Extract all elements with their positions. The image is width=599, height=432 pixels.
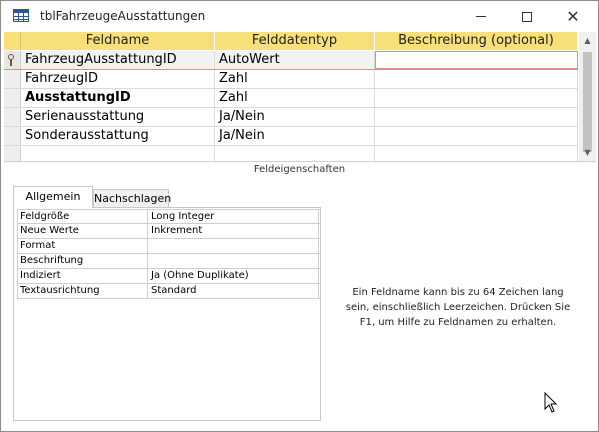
minimize-button[interactable]	[458, 1, 504, 32]
property-help-text: Ein Feldname kann bis zu 64 Zeichen lang…	[345, 287, 571, 328]
header-data-type[interactable]: Felddatentyp	[215, 32, 375, 50]
data-type-cell[interactable]: Ja/Nein	[215, 127, 375, 145]
table-row[interactable]: FahrzeugID Zahl	[4, 70, 578, 89]
vertical-scrollbar[interactable]: ▲ ▼	[579, 32, 596, 161]
tab-general[interactable]: Allgemein	[13, 186, 93, 208]
scroll-down-icon[interactable]: ▼	[579, 144, 596, 161]
header-field-name[interactable]: Feldname	[21, 32, 215, 50]
property-name: Feldgröße	[17, 210, 148, 223]
property-value[interactable]: Inkrement	[148, 224, 319, 238]
data-type-cell[interactable]	[215, 146, 375, 161]
divider	[4, 161, 596, 162]
header-selector[interactable]	[4, 32, 21, 50]
header-description[interactable]: Beschreibung (optional)	[375, 32, 578, 50]
field-properties-caption: Feldeigenschaften	[253, 164, 346, 175]
table-design-window: tblFahrzeugeAusstattungen ✕ Feldname Fel…	[0, 0, 599, 432]
property-name: Format	[17, 239, 148, 253]
property-name: Textausrichtung	[17, 284, 148, 298]
description-cell[interactable]	[375, 108, 578, 126]
maximize-button[interactable]	[504, 1, 550, 32]
property-value[interactable]	[148, 239, 319, 253]
field-properties-panel: Feldgröße Long Integer Neue Werte Inkrem…	[13, 207, 321, 421]
properties-table: Feldgröße Long Integer Neue Werte Inkrem…	[17, 209, 321, 299]
window-title: tblFahrzeugeAusstattungen	[40, 9, 206, 23]
table-row[interactable]: Sonderausstattung Ja/Nein	[4, 127, 578, 146]
field-name-cell[interactable]: AusstattungID	[21, 89, 215, 107]
scroll-up-icon[interactable]: ▲	[579, 32, 596, 49]
property-row[interactable]: Textausrichtung Standard	[17, 284, 321, 299]
property-row[interactable]: Feldgröße Long Integer	[17, 209, 321, 224]
title-bar: tblFahrzeugeAusstattungen ✕	[1, 1, 598, 32]
maximize-icon	[522, 11, 532, 22]
property-value[interactable]: Standard	[148, 284, 319, 298]
data-type-cell[interactable]: Zahl	[215, 89, 375, 107]
description-cell[interactable]	[375, 127, 578, 145]
row-selector[interactable]	[4, 108, 21, 126]
field-name-cell[interactable]	[21, 146, 215, 161]
data-type-cell[interactable]: AutoWert	[215, 51, 375, 69]
property-value[interactable]	[148, 254, 319, 268]
field-name-cell[interactable]: FahrzeugID	[21, 70, 215, 88]
minimize-icon	[476, 16, 486, 17]
primary-key-icon	[8, 54, 14, 66]
description-cell[interactable]	[375, 70, 578, 88]
data-type-cell[interactable]: Zahl	[215, 70, 375, 88]
new-row[interactable]	[4, 146, 578, 161]
table-icon	[13, 9, 29, 22]
table-row[interactable]: AusstattungID Zahl	[4, 89, 578, 108]
property-row[interactable]: Neue Werte Inkrement	[17, 224, 321, 239]
table-row[interactable]: FahrzeugAusstattungID AutoWert	[4, 51, 578, 70]
property-row[interactable]: Beschriftung	[17, 254, 321, 269]
scroll-thumb[interactable]	[583, 52, 592, 152]
description-cell[interactable]	[375, 146, 578, 161]
row-selector[interactable]	[4, 146, 21, 161]
mouse-cursor-icon	[544, 392, 558, 413]
close-button[interactable]: ✕	[550, 1, 596, 32]
field-design-grid: Feldname Felddatentyp Beschreibung (opti…	[4, 32, 596, 161]
row-selector[interactable]	[4, 51, 21, 69]
close-icon: ✕	[566, 7, 580, 26]
row-selector[interactable]	[4, 127, 21, 145]
tab-lookup[interactable]: Nachschlagen	[93, 189, 171, 207]
field-name-cell[interactable]: FahrzeugAusstattungID	[21, 51, 215, 69]
row-selector[interactable]	[4, 89, 21, 107]
description-cell[interactable]	[375, 51, 578, 69]
property-value[interactable]: Long Integer	[148, 210, 319, 223]
property-name: Indiziert	[17, 269, 148, 283]
property-row[interactable]: Indiziert Ja (Ohne Duplikate)	[17, 269, 321, 284]
property-name: Neue Werte	[17, 224, 148, 238]
table-row[interactable]: Serienausstattung Ja/Nein	[4, 108, 578, 127]
description-cell[interactable]	[375, 89, 578, 107]
row-selector[interactable]	[4, 70, 21, 88]
grid-header: Feldname Felddatentyp Beschreibung (opti…	[4, 32, 578, 50]
field-name-cell[interactable]: Serienausstattung	[21, 108, 215, 126]
property-name: Beschriftung	[17, 254, 148, 268]
property-value[interactable]: Ja (Ohne Duplikate)	[148, 269, 319, 283]
data-type-cell[interactable]: Ja/Nein	[215, 108, 375, 126]
property-row[interactable]: Format	[17, 239, 321, 254]
field-name-cell[interactable]: Sonderausstattung	[21, 127, 215, 145]
